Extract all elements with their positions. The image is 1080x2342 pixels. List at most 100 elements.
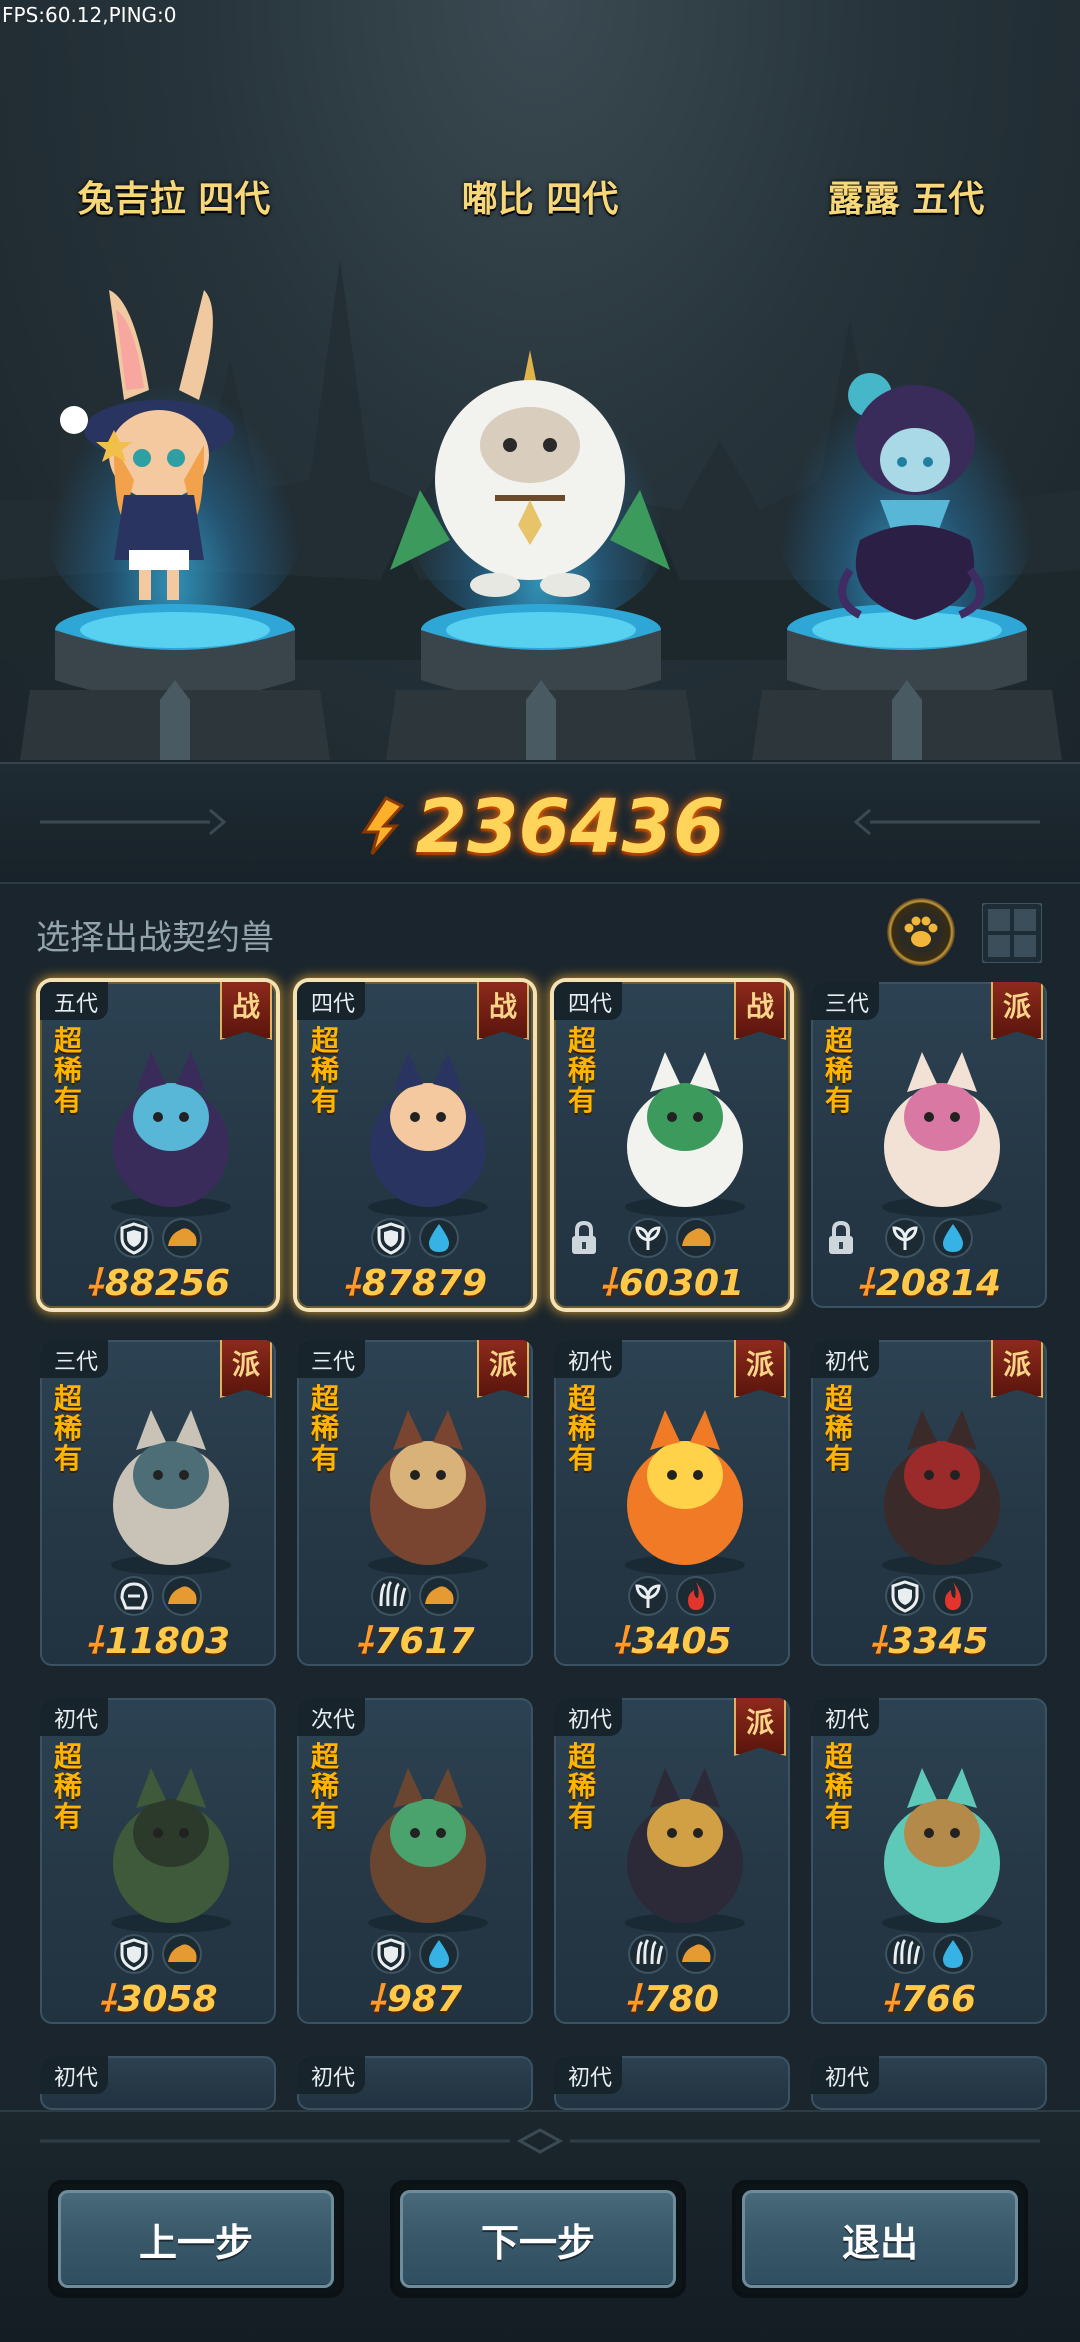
lock-icon <box>829 1220 853 1254</box>
card-power-value: 20814 <box>875 1263 1002 1304</box>
exit-button[interactable]: 退出 <box>732 2180 1028 2298</box>
card-power: ⸸20814 <box>811 1257 1047 1306</box>
card-power-value: 780 <box>643 1979 720 2020</box>
beast-portrait <box>625 1410 745 1575</box>
hero-white-yeti[interactable] <box>390 350 670 610</box>
shield-icon <box>114 1934 154 1974</box>
beast-card[interactable]: 初代 <box>811 2056 1047 2110</box>
beast-card[interactable]: 三代派超稀有 ⸸20814 <box>811 982 1047 1308</box>
card-power-value: 3345 <box>888 1621 989 1662</box>
element-icons <box>40 1576 276 1618</box>
power-icon: ⸸ <box>342 1263 360 1304</box>
claw-icon <box>628 1934 668 1974</box>
power-icon: ⸸ <box>367 1979 385 2020</box>
claw-icon <box>885 1934 925 1974</box>
beast-card[interactable]: 三代派超稀有 ⸸11803 <box>40 1340 276 1666</box>
beast-card[interactable]: 次代 超稀有 ⸸987 <box>297 1698 533 2024</box>
claw-icon <box>371 1576 411 1616</box>
shield-icon <box>885 1576 925 1616</box>
beast-portrait <box>111 1052 231 1217</box>
card-power-value: 88256 <box>104 1263 231 1304</box>
paw-icon <box>904 916 938 947</box>
generation-label: 初代 <box>554 1340 623 1378</box>
beast-portrait <box>368 1052 488 1217</box>
earth-icon <box>676 1934 716 1974</box>
generation-label: 三代 <box>40 1340 109 1378</box>
hero-dark-rose-girl[interactable] <box>820 370 1000 620</box>
selection-title: 选择出战契约兽 <box>36 918 274 958</box>
beast-portrait <box>111 1768 231 1933</box>
paw-filter-button[interactable] <box>887 898 955 966</box>
card-power: ⸸987 <box>297 1973 533 2022</box>
generation-label: 初代 <box>811 2056 880 2094</box>
prev-step-button[interactable]: 上一步 <box>48 2180 344 2298</box>
power-icon: ⸸ <box>881 1979 899 2020</box>
card-power: ⸸87879 <box>297 1257 533 1306</box>
card-power: ⸸60301 <box>554 1257 790 1306</box>
element-icons <box>811 1934 1047 1976</box>
beast-portrait <box>882 1052 1002 1217</box>
beast-card[interactable]: 初代 超稀有 ⸸3058 <box>40 1698 276 2024</box>
generation-label: 初代 <box>554 1698 623 1736</box>
water-icon <box>933 1934 973 1974</box>
beast-card[interactable]: 初代 <box>554 2056 790 2110</box>
element-icons <box>297 1934 533 1976</box>
hero-bunny-witch[interactable] <box>54 280 264 610</box>
earth-icon <box>162 1934 202 1974</box>
beast-card[interactable]: 初代派超稀有 ⸸3405 <box>554 1340 790 1666</box>
fps-readout: FPS:60.12,PING:0 <box>2 3 177 27</box>
beast-card[interactable]: 初代派超稀有 ⸸3345 <box>811 1340 1047 1666</box>
element-icons <box>811 1576 1047 1618</box>
card-power-value: 3058 <box>117 1979 218 2020</box>
lock-icon <box>572 1220 596 1254</box>
hero-name-right: 露露 五代 <box>827 179 985 220</box>
fire-icon <box>676 1576 716 1616</box>
card-power-value: 7617 <box>374 1621 475 1662</box>
beast-card[interactable]: 四代战超稀有 ⸸87879 <box>297 982 533 1308</box>
beast-portrait <box>625 1052 745 1217</box>
pedestal <box>20 604 330 760</box>
power-icon: ⸸ <box>98 1979 116 2020</box>
power-icon: ⸸ <box>85 1263 103 1304</box>
leaf-icon <box>628 1576 668 1616</box>
earth-icon <box>419 1576 459 1616</box>
beast-card[interactable]: 五代战超稀有 ⸸88256 <box>40 982 276 1308</box>
generation-label: 初代 <box>811 1340 880 1378</box>
card-power: ⸸3058 <box>40 1973 276 2022</box>
generation-label: 初代 <box>811 1698 880 1736</box>
shield-icon <box>114 1218 154 1258</box>
next-step-button[interactable]: 下一步 <box>390 2180 686 2298</box>
card-power: ⸸7617 <box>297 1615 533 1664</box>
water-icon <box>419 1934 459 1974</box>
card-power-value: 3405 <box>631 1621 732 1662</box>
card-power: ⸸11803 <box>40 1615 276 1664</box>
generation-label: 初代 <box>554 2056 623 2094</box>
generation-label: 三代 <box>297 1340 366 1378</box>
pedestal <box>752 604 1062 760</box>
generation-label: 初代 <box>40 2056 109 2094</box>
shield-icon <box>371 1934 411 1974</box>
next-step-label: 下一步 <box>400 2190 676 2288</box>
hero-stage: FPS:60.12,PING:0 兔吉拉 四代 嘟比 四代 露露 五代 <box>0 0 1080 760</box>
beast-portrait <box>368 1768 488 1933</box>
beast-card[interactable]: 初代 超稀有 ⸸766 <box>811 1698 1047 2024</box>
beast-portrait <box>882 1410 1002 1575</box>
generation-label: 四代 <box>554 982 623 1020</box>
beast-card[interactable]: 初代 <box>297 2056 533 2110</box>
beast-card[interactable]: 四代战超稀有 ⸸60301 <box>554 982 790 1308</box>
card-power-value: 987 <box>386 1979 463 2020</box>
beast-card[interactable]: 初代 <box>40 2056 276 2110</box>
beast-card[interactable]: 初代派超稀有 ⸸780 <box>554 1698 790 2024</box>
hero-name-left: 兔吉拉 四代 <box>77 179 271 220</box>
element-icons <box>297 1218 533 1260</box>
element-icons <box>40 1218 276 1260</box>
card-power-value: 87879 <box>361 1263 488 1304</box>
beast-portrait <box>111 1410 231 1575</box>
beast-card[interactable]: 三代派超稀有 ⸸7617 <box>297 1340 533 1666</box>
element-icons <box>554 1576 790 1618</box>
grid-view-button[interactable] <box>982 903 1042 963</box>
beast-portrait <box>882 1768 1002 1933</box>
generation-label: 三代 <box>811 982 880 1020</box>
card-power: ⸸88256 <box>40 1257 276 1306</box>
power-icon: ⸸ <box>612 1621 630 1662</box>
